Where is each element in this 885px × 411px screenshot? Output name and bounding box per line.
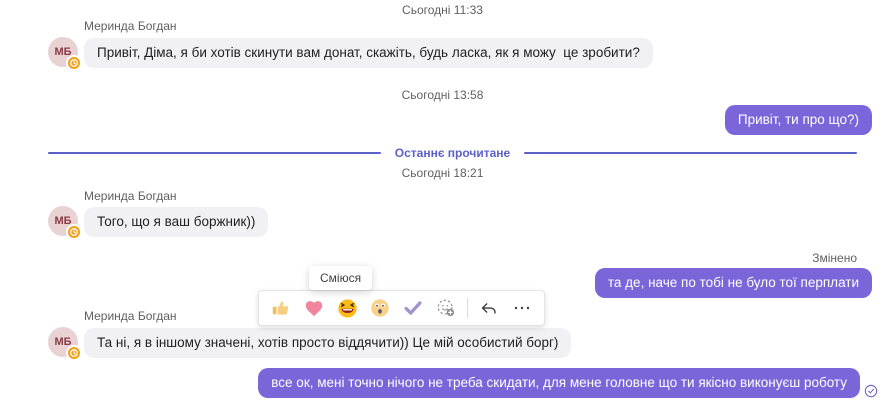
laughing-icon: [336, 297, 359, 320]
sender-name: Меринда Богдан: [84, 189, 177, 203]
read-divider: Останнє прочитане: [48, 146, 858, 160]
sender-name: Меринда Богдан: [84, 309, 177, 323]
thumbs-up-icon: [270, 297, 292, 319]
reply-arrow-icon: [478, 297, 500, 319]
edited-label: Змінено: [812, 251, 857, 265]
more-options-icon: [511, 297, 533, 319]
more-options-button[interactable]: [510, 296, 534, 320]
add-reaction-button[interactable]: [434, 296, 458, 320]
reaction-surprised-button[interactable]: [368, 296, 392, 320]
read-divider-label: Останнє прочитане: [394, 146, 511, 160]
message-bubble[interactable]: все ок, мені точно нічого не треба скида…: [258, 368, 860, 399]
reaction-thumbs-up-button[interactable]: [269, 296, 293, 320]
message-bubble[interactable]: та де, наче по тобі не було тої перплати: [594, 268, 872, 299]
avatar[interactable]: МБ: [48, 327, 82, 361]
reaction-bar: [258, 290, 545, 326]
chat-message-pane: Сьогодні 11:33 Меринда Богдан МБ Привіт,…: [0, 0, 885, 411]
reaction-checkmark-button[interactable]: [401, 296, 425, 320]
delivered-check-icon: [864, 384, 878, 398]
avatar[interactable]: МБ: [48, 206, 82, 240]
away-clock-icon: [66, 55, 82, 71]
date-header: Сьогодні 18:21: [401, 166, 484, 180]
divider-line: [48, 152, 381, 154]
date-header: Сьогодні 11:33: [402, 3, 483, 17]
reaction-tooltip: Сміюся: [309, 266, 373, 290]
heart-icon: [303, 297, 325, 319]
divider-line: [524, 152, 858, 154]
sender-name: Меринда Богдан: [84, 19, 177, 33]
away-clock-icon: [66, 345, 82, 361]
message-bubble[interactable]: Того, що я ваш боржник)): [84, 207, 269, 238]
checkmark-icon: [402, 297, 424, 319]
date-header: Сьогодні 13:58: [401, 88, 484, 102]
away-clock-icon: [66, 224, 82, 240]
message-bubble[interactable]: Привіт, Діма, я би хотів скинути вам дон…: [84, 38, 653, 69]
add-reaction-icon: [435, 297, 457, 319]
reply-button[interactable]: [477, 296, 501, 320]
reaction-bar-divider: [467, 298, 468, 318]
reaction-laughing-button[interactable]: [335, 296, 359, 320]
avatar[interactable]: МБ: [48, 37, 82, 71]
message-bubble[interactable]: Привіт, ти про що?): [724, 105, 872, 136]
reaction-heart-button[interactable]: [302, 296, 326, 320]
message-bubble[interactable]: Та ні, я в іншому значені, хотів просто …: [84, 328, 572, 359]
surprised-icon: [369, 297, 391, 319]
